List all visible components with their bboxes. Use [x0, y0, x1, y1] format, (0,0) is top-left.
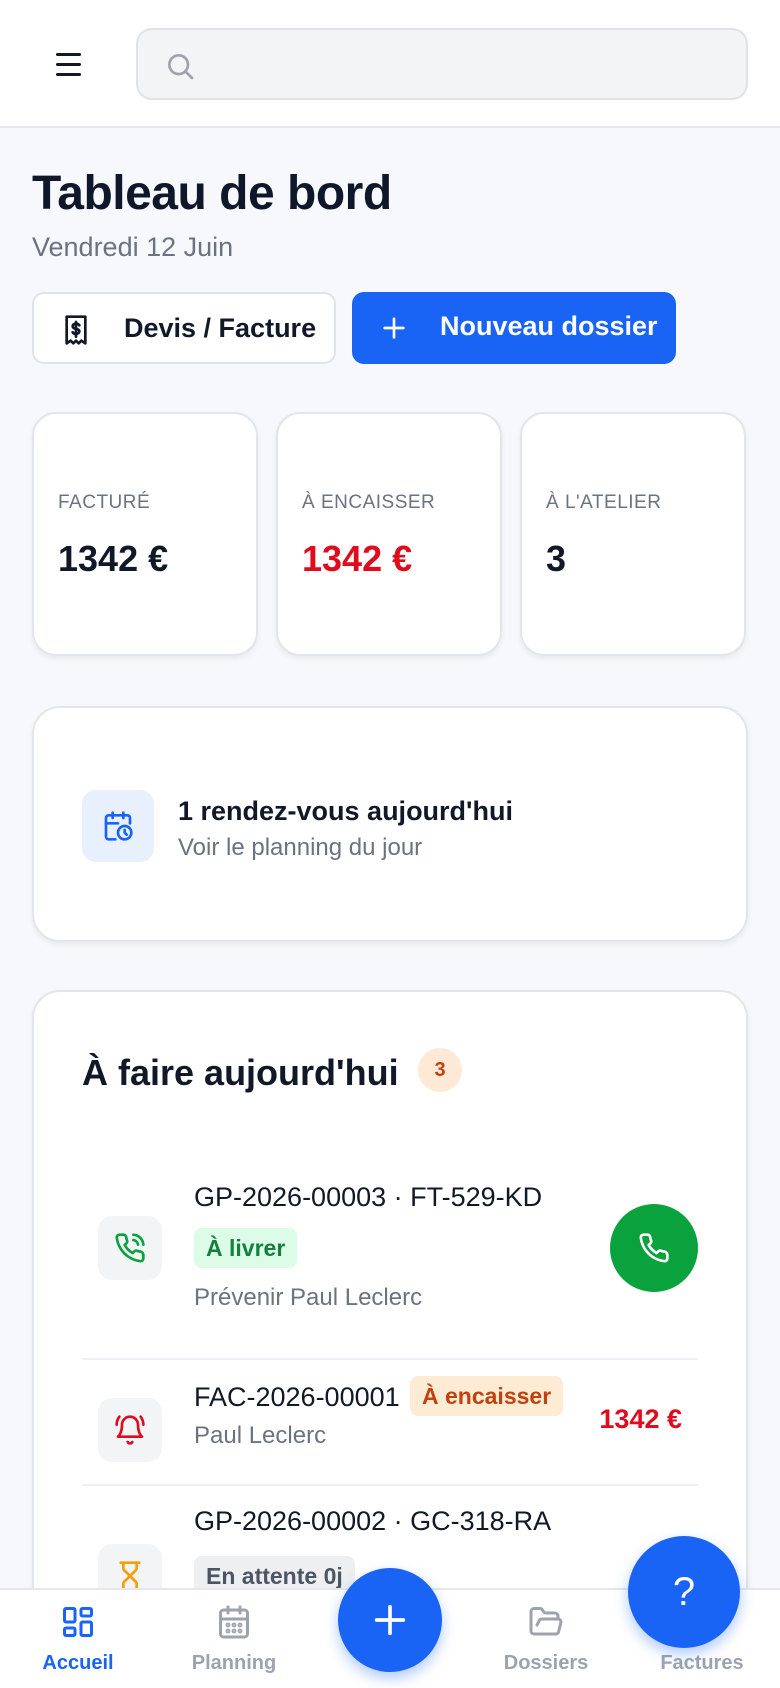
- stat-card-atelier[interactable]: À L'ATELIER 3: [520, 412, 746, 656]
- phone-icon: [639, 1233, 669, 1263]
- nav-item-dossiers[interactable]: Dossiers: [468, 1590, 624, 1688]
- add-fab-button[interactable]: [338, 1568, 442, 1672]
- divider: [82, 1484, 698, 1486]
- menu-icon[interactable]: [44, 38, 92, 90]
- todo-item-sub: Paul Leclerc: [194, 1422, 327, 1449]
- todo-title: À faire aujourd'hui: [82, 1052, 399, 1093]
- todo-item-ref: FAC-2026-00001: [194, 1382, 400, 1412]
- todo-item-icon-wrap: [98, 1398, 162, 1462]
- nav-item-accueil[interactable]: Accueil: [0, 1590, 156, 1688]
- status-badge: À encaisser: [410, 1376, 564, 1416]
- phone-call-icon: [115, 1233, 145, 1263]
- devis-facture-button[interactable]: Devis / Facture: [32, 292, 336, 364]
- calendar-clock-icon-wrap: [82, 790, 154, 862]
- calendar-clock-icon: [104, 811, 133, 841]
- devis-facture-label: Devis / Facture: [124, 313, 317, 343]
- help-button[interactable]: ?: [628, 1536, 740, 1648]
- receipt-dollar-icon: [65, 315, 87, 345]
- stat-label: À ENCAISSER: [302, 492, 436, 513]
- todo-item-ref: GP-2026-00003 · FT-529-KD: [194, 1182, 543, 1212]
- nav-label: Factures: [660, 1652, 744, 1674]
- appointments-subtitle: Voir le planning du jour: [178, 834, 423, 861]
- nav-label: Accueil: [42, 1652, 114, 1674]
- todo-item-icon-wrap: [98, 1216, 162, 1280]
- nav-label: Dossiers: [503, 1652, 589, 1674]
- top-bar: [0, 0, 780, 128]
- appointments-title: 1 rendez-vous aujourd'hui: [178, 796, 513, 826]
- divider: [82, 1358, 698, 1360]
- stat-card-a-encaisser[interactable]: À ENCAISSER 1342 €: [276, 412, 502, 656]
- plus-icon: [374, 1604, 406, 1636]
- search-bar[interactable]: [136, 28, 748, 100]
- search-input[interactable]: [208, 40, 728, 90]
- appointments-card[interactable]: 1 rendez-vous aujourd'hui Voir le planni…: [32, 706, 748, 942]
- stat-card-facture[interactable]: FACTURÉ 1342 €: [32, 412, 258, 656]
- page-title: Tableau de bord: [32, 167, 392, 220]
- nav-label: Planning: [191, 1652, 277, 1674]
- stat-value: 1342 €: [302, 538, 413, 579]
- search-icon: [168, 54, 194, 80]
- todo-item-ref: GP-2026-00002 · GC-318-RA: [194, 1506, 552, 1536]
- todo-count-badge: 3: [418, 1048, 462, 1092]
- stat-value: 3: [546, 538, 567, 579]
- todo-item-amount: 1342 €: [599, 1404, 682, 1434]
- new-dossier-button[interactable]: Nouveau dossier: [352, 292, 676, 364]
- status-badge: À livrer: [194, 1228, 298, 1268]
- dashboard-icon: [63, 1607, 93, 1637]
- plus-icon: [383, 317, 405, 339]
- stat-value: 1342 €: [58, 538, 169, 579]
- page-date: Vendredi 12 Juin: [32, 232, 234, 262]
- todo-item-delivery[interactable]: GP-2026-00003 · FT-529-KD À livrer Préve…: [82, 1182, 698, 1328]
- call-button[interactable]: [610, 1204, 698, 1292]
- bell-icon: [115, 1415, 145, 1445]
- stat-label: À L'ATELIER: [546, 492, 662, 513]
- folder-icon: [529, 1607, 563, 1636]
- stat-label: FACTURÉ: [58, 492, 151, 513]
- todo-item-payment[interactable]: FAC-2026-00001 À encaisser Paul Leclerc …: [82, 1376, 698, 1482]
- todo-item-sub: Prévenir Paul Leclerc: [194, 1284, 423, 1311]
- calendar-icon: [219, 1605, 249, 1639]
- new-dossier-label: Nouveau dossier: [440, 311, 658, 341]
- nav-item-planning[interactable]: Planning: [156, 1590, 312, 1688]
